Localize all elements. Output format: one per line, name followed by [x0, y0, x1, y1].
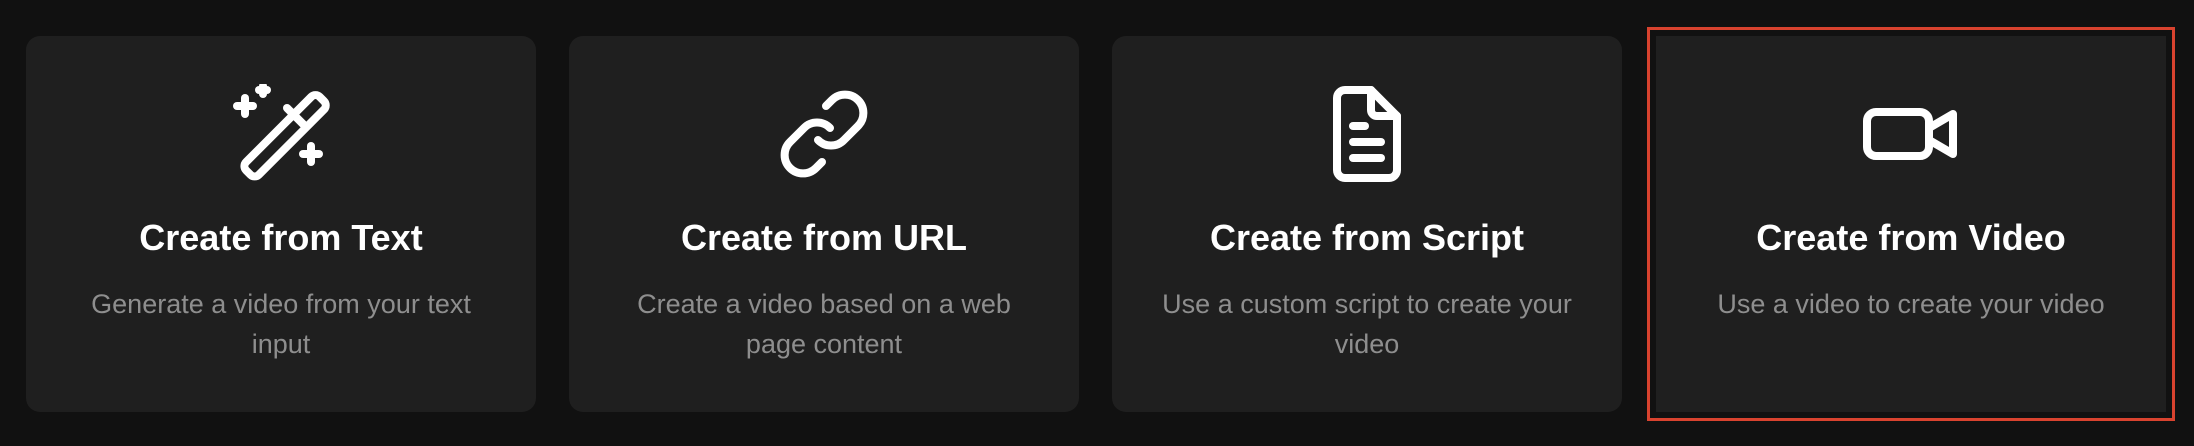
card-description: Generate a video from your text input [91, 289, 471, 359]
card-title: Create from Video [1756, 217, 2066, 258]
creation-options: Create from Text Generate a video from y… [26, 27, 2175, 421]
magic-wand-icon [231, 84, 331, 184]
create-from-video-card[interactable]: Create from Video Use a video to create … [1647, 27, 2175, 421]
document-icon [1317, 84, 1417, 184]
card-title: Create from URL [680, 217, 968, 258]
create-from-text-card[interactable]: Create from Text Generate a video from y… [26, 36, 536, 412]
create-from-script-card[interactable]: Create from Script Use a custom script t… [1112, 36, 1622, 412]
card-description: Use a custom script to create your video [1162, 289, 1572, 359]
card-description: Create a video based on a web page conte… [637, 289, 1011, 359]
create-from-url-card[interactable]: Create from URL Create a video based on … [569, 36, 1079, 412]
video-camera-icon [1861, 84, 1961, 184]
card-title: Create from Script [1209, 217, 1525, 258]
card-description: Use a video to create your video [1717, 289, 2105, 319]
card-title: Create from Text [139, 217, 423, 258]
link-icon [774, 84, 874, 184]
